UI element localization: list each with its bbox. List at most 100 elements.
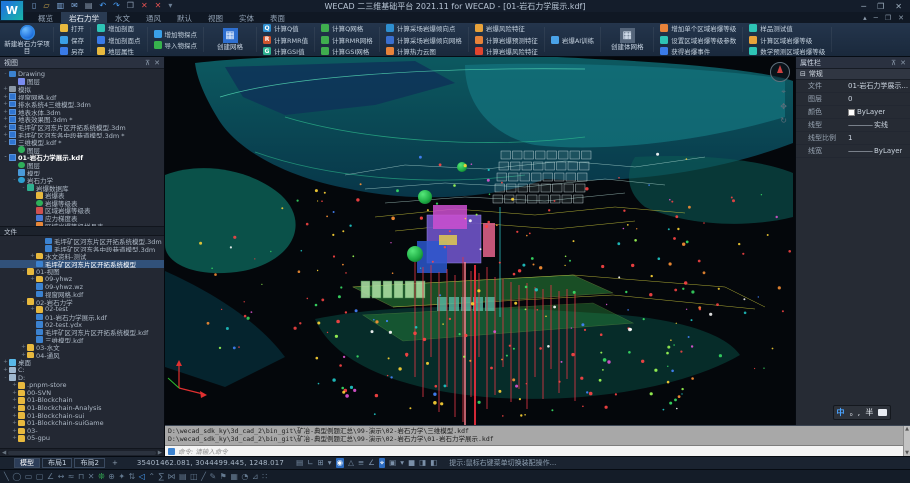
tree-item[interactable]: +C: — [0, 366, 164, 374]
tree-item[interactable]: 三维模型.kdf — [0, 336, 164, 344]
status-toggle-11[interactable]: ■ — [408, 458, 415, 468]
scroll-left-icon[interactable]: ◀ — [2, 450, 6, 456]
ribbon-item-add-region-burst-level[interactable]: 增加单个区域岩爆等级 — [660, 23, 736, 33]
tree-item[interactable]: +01-Blockchain-suiGame — [0, 419, 164, 427]
window-icon[interactable]: ❒ — [127, 2, 134, 10]
expander-icon[interactable]: + — [11, 390, 18, 396]
status-toggle-0[interactable]: ▤ — [296, 458, 303, 468]
layout-tab-布局1[interactable]: 布局1 — [42, 458, 72, 468]
tree-item[interactable]: +排水系统4三维模型.3dm — [0, 100, 164, 108]
status-toggle-5[interactable]: △ — [348, 458, 354, 468]
viewcube-compass[interactable] — [770, 62, 790, 82]
files-section-header[interactable]: 文件 — [0, 226, 164, 236]
tree-item[interactable]: -D: — [0, 374, 164, 382]
child-close-icon[interactable]: ✕ — [898, 14, 904, 22]
tree-item[interactable]: 毛坪矿区河东片区开拓系统模型.3dm — [0, 237, 164, 245]
draw-tool-icon-2[interactable]: ▭ — [25, 472, 33, 482]
status-toggle-9[interactable]: ▣ — [389, 458, 396, 468]
scroll-right-icon[interactable]: ▶ — [158, 450, 162, 456]
expander-icon[interactable]: - — [2, 154, 9, 160]
tree-item[interactable]: 毛坪矿区河东片区开拓系统模型.kdf — [0, 328, 164, 336]
tree-item[interactable]: 区域岩爆等级表 — [0, 207, 164, 215]
draw-tool-icon-21[interactable]: ⚑ — [220, 472, 227, 482]
ribbon-item-open[interactable]: 打开 — [60, 23, 84, 33]
expander-icon[interactable]: + — [11, 420, 18, 426]
new-file-icon[interactable]: ▯ — [32, 2, 36, 10]
tree-item[interactable]: +桌面 — [0, 359, 164, 367]
expander-icon[interactable]: + — [29, 253, 36, 259]
tree-item[interactable]: +04-通风 — [0, 351, 164, 359]
expander-icon[interactable]: - — [20, 185, 27, 191]
ribbon-item-stope-burst-point[interactable]: 计算采场岩爆倾向点 — [386, 23, 462, 33]
tree-item[interactable]: +地表效果图.3dm * — [0, 116, 164, 124]
draw-tool-icon-1[interactable]: ◯ — [12, 472, 21, 482]
ribbon-item-calc-burst-predict[interactable]: 计算岩爆预测特征 — [475, 35, 538, 45]
tree-item[interactable]: -三维模型.kdf * — [0, 138, 164, 146]
undo-icon[interactable]: ↶ — [99, 2, 106, 10]
draw-tool-icon-12[interactable]: ⇅ — [129, 472, 136, 482]
tree-item[interactable]: +00-SVN — [0, 389, 164, 397]
expander-icon[interactable]: + — [2, 132, 9, 138]
orbit-icon[interactable]: ↻ — [780, 116, 787, 125]
child-menu-icon[interactable]: ▴ — [863, 14, 867, 22]
tree-item[interactable]: -02-岩石力学 — [0, 298, 164, 306]
print-icon[interactable]: ▤ — [85, 2, 93, 10]
expander-icon[interactable]: - — [20, 268, 27, 274]
tree-item[interactable]: +09-yhwz — [0, 275, 164, 283]
draw-tool-icon-7[interactable]: ⊓ — [78, 472, 84, 482]
draw-tool-icon-10[interactable]: ⊕ — [108, 472, 115, 482]
draw-tool-icon-23[interactable]: ◔ — [241, 472, 248, 482]
expander-icon[interactable]: + — [11, 435, 18, 441]
more-icon[interactable]: ▾ — [168, 2, 172, 10]
3d-scene[interactable] — [165, 57, 795, 425]
locate-icon[interactable]: ⌖ — [780, 87, 787, 97]
property-row-图层[interactable]: 图层0 — [796, 93, 910, 106]
expander-icon[interactable]: + — [2, 109, 9, 115]
tree-item[interactable]: 视窗网格.kdf — [0, 290, 164, 298]
ime-punct-indicator[interactable]: 。, — [850, 407, 861, 418]
tab-概览[interactable]: 概览 — [30, 12, 61, 23]
expander-icon[interactable]: - — [2, 139, 9, 145]
ime-lang-indicator[interactable]: 中 — [837, 407, 845, 418]
tree-item[interactable]: +.pnpm-store — [0, 381, 164, 389]
draw-tool-icon-0[interactable]: ╲ — [4, 472, 9, 482]
expander-icon[interactable]: + — [2, 124, 9, 130]
property-row-文件[interactable]: 文件01-岩石力学展示... — [796, 80, 910, 93]
sidebar-hscrollbar[interactable]: ◀ ▶ — [0, 448, 164, 456]
draw-tool-icon-16[interactable]: ⋈ — [168, 472, 176, 482]
close-icon[interactable]: ✕ — [900, 59, 906, 67]
ribbon-button-create-grid[interactable]: ▦创建网格 — [205, 24, 255, 55]
expander-icon[interactable]: + — [29, 306, 36, 312]
scroll-down-icon[interactable]: ▼ — [905, 450, 909, 456]
ime-width-indicator[interactable]: 半 — [865, 407, 873, 418]
expander-icon[interactable]: + — [2, 94, 9, 100]
property-row-线型比例[interactable]: 线型比例1 — [796, 132, 910, 145]
ribbon-item-calc-gsi-grid[interactable]: 计算GSI网格 — [321, 46, 373, 56]
open-file-icon[interactable]: ▱ — [43, 2, 49, 10]
draw-tool-icon-9[interactable]: ❊ — [98, 472, 105, 482]
collapse-icon[interactable]: ⊟ — [800, 70, 806, 78]
ribbon-item-calc-rmr[interactable]: R计算RMR值 — [263, 35, 308, 45]
tab-岩石力学[interactable]: 岩石力学 — [61, 12, 107, 23]
expander-icon[interactable]: + — [2, 367, 9, 373]
tree-item[interactable]: +视窗网格.kdf — [0, 93, 164, 101]
status-toggle-13[interactable]: ◧ — [430, 458, 437, 468]
minimize-icon[interactable]: ─ — [861, 2, 866, 11]
draw-tool-icon-5[interactable]: ↔ — [58, 472, 65, 482]
draw-tool-icon-24[interactable]: ⊿ — [252, 472, 259, 482]
tree-item[interactable]: +03- — [0, 427, 164, 435]
expander-icon[interactable]: + — [11, 382, 18, 388]
add-layout-button[interactable]: + — [107, 458, 123, 468]
ribbon-item-add-section-point[interactable]: 增加剖面点 — [97, 35, 141, 45]
ribbon-item-calc-gsi[interactable]: G计算GSI值 — [263, 46, 308, 56]
expander-icon[interactable]: + — [2, 116, 9, 122]
tree-item[interactable]: +模拟 — [0, 85, 164, 93]
draw-tool-icon-13[interactable]: ◁ — [139, 472, 145, 482]
ribbon-button-create-solid-grid[interactable]: ▦创建体网格 — [602, 24, 652, 55]
tab-水文[interactable]: 水文 — [107, 12, 138, 23]
expander-icon[interactable]: - — [2, 71, 9, 77]
expander-icon[interactable]: + — [11, 397, 18, 403]
ime-bar[interactable]: 中 。, 半 — [833, 405, 891, 420]
draw-tool-icon-18[interactable]: ◫ — [190, 472, 198, 482]
ribbon-item-heat-cloud[interactable]: 计算热力云图 — [386, 46, 462, 56]
